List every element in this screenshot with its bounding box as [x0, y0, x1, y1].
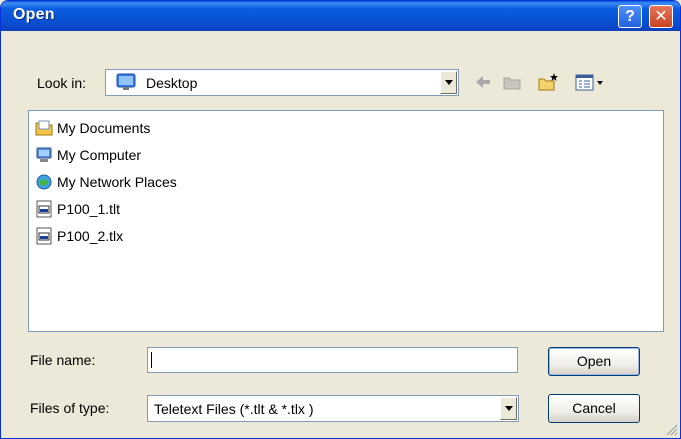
- resize-grip-icon[interactable]: [666, 424, 678, 436]
- close-button[interactable]: ✕: [649, 5, 673, 28]
- my-computer-icon: [36, 147, 52, 162]
- cancel-button[interactable]: Cancel: [548, 394, 640, 423]
- file-name-input[interactable]: [147, 347, 518, 373]
- network-places-icon: [36, 174, 52, 190]
- file-type-dropdown[interactable]: Teletext Files (*.tlt & *.tlx ): [147, 395, 519, 422]
- file-name-label: File name:: [30, 352, 96, 368]
- up-folder-icon[interactable]: [501, 71, 523, 93]
- help-button[interactable]: ?: [618, 5, 642, 28]
- desktop-icon: [116, 73, 136, 90]
- look-in-dropdown[interactable]: Desktop: [105, 69, 459, 96]
- look-in-label: Look in:: [37, 75, 87, 91]
- open-button[interactable]: Open: [548, 347, 640, 376]
- look-in-value: Desktop: [146, 75, 198, 91]
- title-bar[interactable]: Open ? ✕: [1, 1, 680, 31]
- my-documents-icon: [35, 120, 53, 136]
- open-dialog: Open ? ✕ Look in: Desktop My Documents M…: [0, 0, 681, 439]
- file-list[interactable]: My Documents My Computer My Network Plac…: [28, 110, 664, 332]
- dialog-title: Open: [13, 6, 55, 23]
- file-type-value: Teletext Files (*.tlt & *.tlx ): [154, 401, 314, 417]
- back-arrow-icon[interactable]: [472, 71, 494, 93]
- view-menu-icon[interactable]: [574, 71, 608, 93]
- dropdown-arrow-icon[interactable]: [500, 397, 517, 420]
- text-cursor: [151, 352, 152, 368]
- teletext-file-icon: [36, 200, 52, 218]
- file-type-label: Files of type:: [30, 400, 110, 416]
- teletext-file-icon: [36, 227, 52, 245]
- dropdown-arrow-icon[interactable]: [440, 71, 457, 94]
- new-folder-icon[interactable]: [537, 71, 559, 93]
